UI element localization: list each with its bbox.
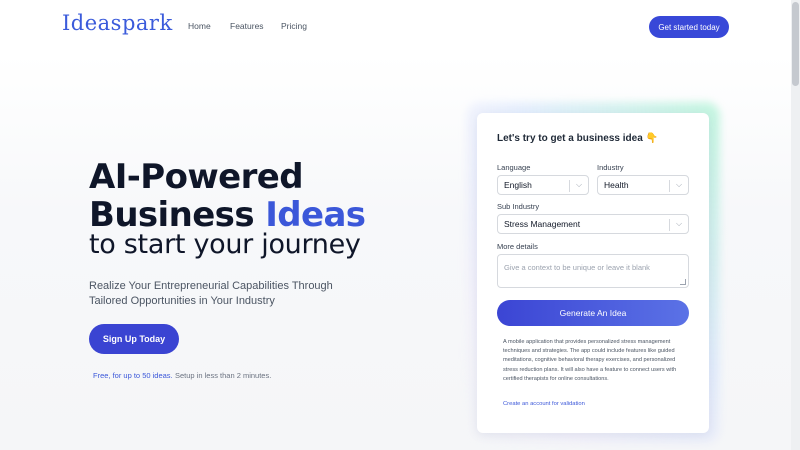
select-separator <box>669 219 670 231</box>
idea-generator-card: Let's try to get a business idea 👇 Langu… <box>477 113 709 433</box>
details-placeholder: Give a context to be unique or leave it … <box>504 263 650 272</box>
page-scrollbar[interactable] <box>791 0 800 450</box>
subindustry-value: Stress Management <box>504 219 581 229</box>
get-started-button[interactable]: Get started today <box>649 16 729 38</box>
create-account-link[interactable]: Create an account for validation <box>503 401 585 407</box>
card-title: Let's try to get a business idea 👇 <box>497 133 658 144</box>
setup-note: Setup in less than 2 minutes. <box>175 371 272 380</box>
industry-select[interactable]: Health ⌵ <box>597 175 689 195</box>
hero-subtitle: to start your journey <box>89 229 361 260</box>
sign-up-button[interactable]: Sign Up Today <box>89 324 179 354</box>
hero-title-line1: AI-Powered <box>89 157 304 197</box>
hero-lead-line1: Realize Your Entrepreneurial Capabilitie… <box>89 280 333 292</box>
chevron-down-icon: ⌵ <box>576 180 583 189</box>
chevron-down-icon: ⌵ <box>676 180 683 189</box>
brand-logo[interactable]: Ideaspark <box>62 11 173 35</box>
generated-idea-text: A mobile application that provides perso… <box>503 339 677 382</box>
language-select[interactable]: English ⌵ <box>497 175 589 195</box>
nav-link-home[interactable]: Home <box>188 21 211 31</box>
nav-link-features[interactable]: Features <box>230 21 264 31</box>
resize-handle-icon[interactable] <box>680 279 686 285</box>
details-label: More details <box>497 242 538 251</box>
select-separator <box>569 180 570 192</box>
generate-idea-button[interactable]: Generate An Idea <box>497 300 689 326</box>
select-separator <box>669 180 670 192</box>
industry-label: Industry <box>597 163 624 172</box>
details-textarea[interactable]: Give a context to be unique or leave it … <box>497 254 689 288</box>
subindustry-label: Sub Industry <box>497 202 540 211</box>
industry-value: Health <box>604 180 629 190</box>
top-navbar: Ideaspark Home Features Pricing Get star… <box>0 0 800 54</box>
chevron-down-icon: ⌵ <box>676 219 683 228</box>
nav-link-pricing[interactable]: Pricing <box>281 21 307 31</box>
language-value: English <box>504 180 532 190</box>
scrollbar-thumb[interactable] <box>792 2 799 86</box>
free-plan-note: Free, for up to 50 ideas. <box>93 371 173 380</box>
language-label: Language <box>497 163 531 172</box>
hero-lead-line2: Tailored Opportunities in Your Industry <box>89 295 275 307</box>
subindustry-select[interactable]: Stress Management ⌵ <box>497 214 689 234</box>
